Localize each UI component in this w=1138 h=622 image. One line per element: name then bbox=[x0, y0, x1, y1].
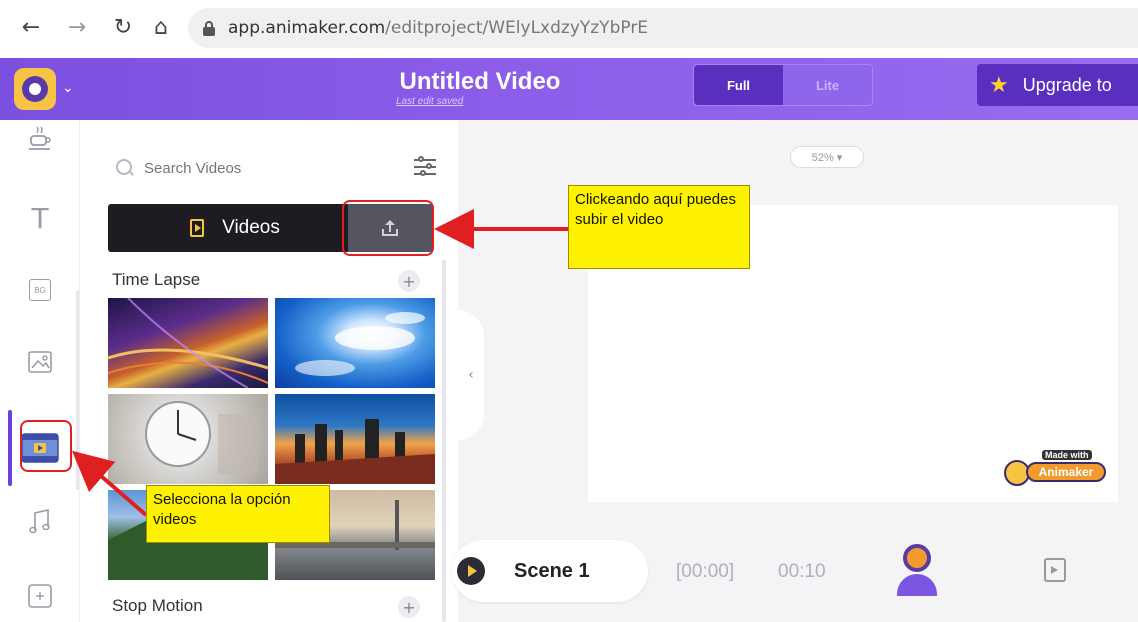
screen: ← → ↻ ⌂ app.animaker.com/editproject/WEl… bbox=[0, 0, 1138, 622]
arrow-to-videos bbox=[71, 450, 148, 517]
callout-upload: Clickeando aquí puedes subir el video bbox=[568, 185, 750, 269]
callout-videos: Selecciona la opción videos bbox=[146, 485, 330, 543]
